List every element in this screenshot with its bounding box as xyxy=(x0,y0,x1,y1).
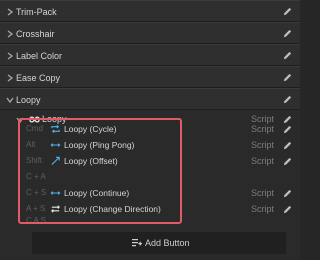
section-loopy[interactable]: Loopy xyxy=(0,88,300,110)
chevron-right-icon[interactable] xyxy=(6,8,14,16)
edit-pencil-icon[interactable] xyxy=(282,72,293,83)
chevron-right-icon[interactable] xyxy=(6,30,14,38)
edit-pencil-icon[interactable] xyxy=(282,28,293,39)
add-list-icon xyxy=(132,239,142,247)
section-label: Trim-Pack xyxy=(16,7,57,17)
section-ease-copy[interactable]: Ease Copy xyxy=(0,66,300,88)
edit-pencil-icon[interactable] xyxy=(282,6,293,17)
chevron-right-icon[interactable] xyxy=(6,52,14,60)
edit-pencil-icon[interactable] xyxy=(282,50,293,61)
script-type-label: Script xyxy=(250,124,274,134)
section-label: Loopy xyxy=(16,95,41,105)
section-label: Label Color xyxy=(16,51,63,61)
edit-pencil-icon[interactable] xyxy=(282,124,293,135)
edit-pencil-icon[interactable] xyxy=(282,140,293,151)
script-type-label: Script xyxy=(250,188,274,198)
edit-pencil-icon[interactable] xyxy=(282,156,293,167)
add-button-area: Add Button xyxy=(32,232,286,254)
section-label: Ease Copy xyxy=(16,73,61,83)
script-type-label: Script xyxy=(250,140,274,150)
chevron-right-icon[interactable] xyxy=(6,74,14,82)
chevron-down-icon[interactable] xyxy=(6,96,14,104)
section-crosshair[interactable]: Crosshair xyxy=(0,22,300,44)
edit-pencil-icon[interactable] xyxy=(282,188,293,199)
section-label-color[interactable]: Label Color xyxy=(0,44,300,66)
edit-pencil-icon[interactable] xyxy=(282,94,293,105)
highlight-box xyxy=(18,118,182,224)
script-type-label: Script xyxy=(250,156,274,166)
section-label: Crosshair xyxy=(16,29,55,39)
add-button[interactable]: Add Button xyxy=(32,232,286,254)
scripts-panel: Trim-Pack Crosshair Label Color Ease Cop… xyxy=(0,0,300,260)
section-trim-pack[interactable]: Trim-Pack xyxy=(0,0,300,22)
add-button-label: Add Button xyxy=(145,238,190,248)
